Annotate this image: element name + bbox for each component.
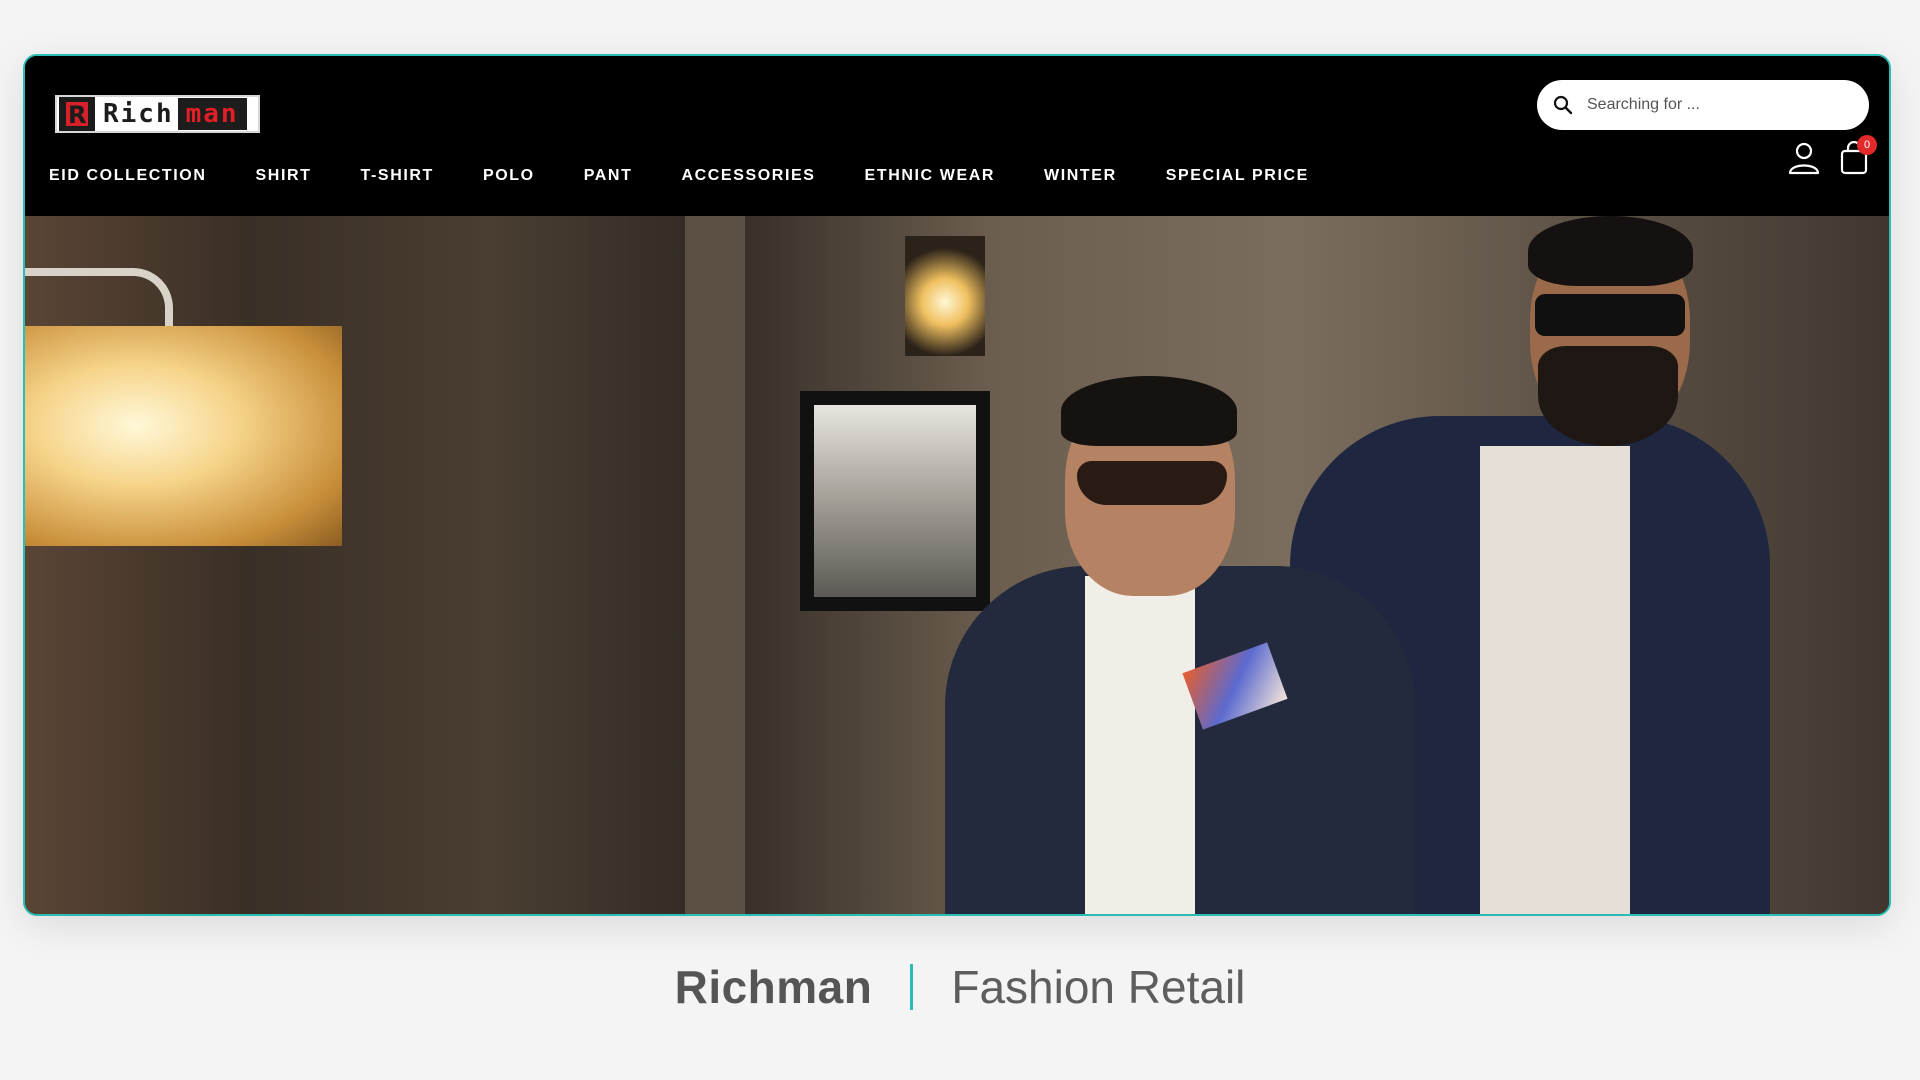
caption-divider <box>910 964 914 1010</box>
search-input[interactable] <box>1585 95 1839 115</box>
nav-item-polo[interactable]: POLO <box>483 167 535 185</box>
cart-count-badge: 0 <box>1857 135 1877 155</box>
search-icon[interactable] <box>1553 95 1573 115</box>
main-nav: EID COLLECTION SHIRT T-SHIRT POLO PANT A… <box>49 167 1358 185</box>
wall-post <box>685 216 745 914</box>
site-header: R Rich man EID COLLECTION SHIRT T-SHIRT … <box>25 56 1889 216</box>
caption-brand: Richman <box>674 961 873 1013</box>
nav-item-winter[interactable]: WINTER <box>1044 167 1117 185</box>
logo-text-rich: Rich <box>103 99 174 129</box>
search-bar <box>1537 80 1869 130</box>
logo-mark-letter: R <box>68 101 87 129</box>
nav-item-t-shirt[interactable]: T-SHIRT <box>361 167 434 185</box>
model-left <box>945 376 1415 914</box>
user-icon[interactable] <box>1787 141 1821 175</box>
nav-item-shirt[interactable]: SHIRT <box>256 167 312 185</box>
nav-item-pant[interactable]: PANT <box>584 167 633 185</box>
caption: Richman Fashion Retail <box>0 960 1920 1014</box>
caption-subtitle: Fashion Retail <box>951 961 1246 1013</box>
site-logo[interactable]: R Rich man <box>55 95 260 133</box>
nav-item-eid-collection[interactable]: EID COLLECTION <box>49 167 207 185</box>
logo-mark: R <box>59 97 95 131</box>
nav-item-special-price[interactable]: SPECIAL PRICE <box>1166 167 1309 185</box>
nav-item-accessories[interactable]: ACCESSORIES <box>681 167 815 185</box>
nav-item-ethnic-wear[interactable]: ETHNIC WEAR <box>865 167 995 185</box>
browser-frame: R Rich man EID COLLECTION SHIRT T-SHIRT … <box>23 54 1891 916</box>
lamp-shade <box>25 326 342 546</box>
logo-text-man: man <box>177 98 247 130</box>
wall-sconce <box>905 236 985 356</box>
hero-banner-image[interactable] <box>25 216 1889 914</box>
